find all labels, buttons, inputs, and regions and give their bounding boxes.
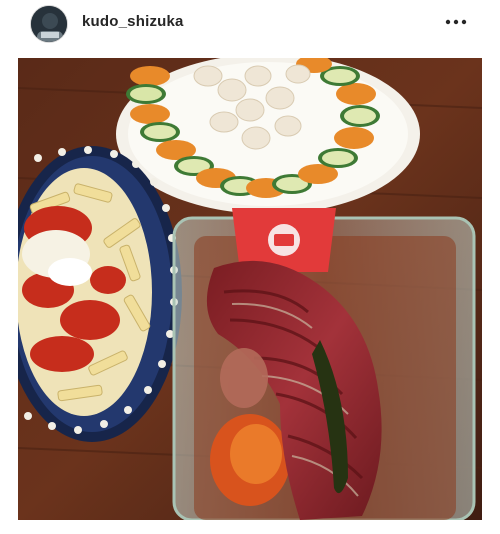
more-options-icon — [445, 19, 467, 25]
profile-avatar-icon — [31, 6, 67, 42]
more-options-button[interactable] — [438, 10, 474, 34]
avatar[interactable] — [30, 5, 68, 43]
post-photo[interactable] — [18, 58, 482, 520]
post-header: kudo_shizuka — [0, 0, 500, 48]
food-photo-image — [18, 58, 482, 520]
username[interactable]: kudo_shizuka — [82, 13, 184, 30]
